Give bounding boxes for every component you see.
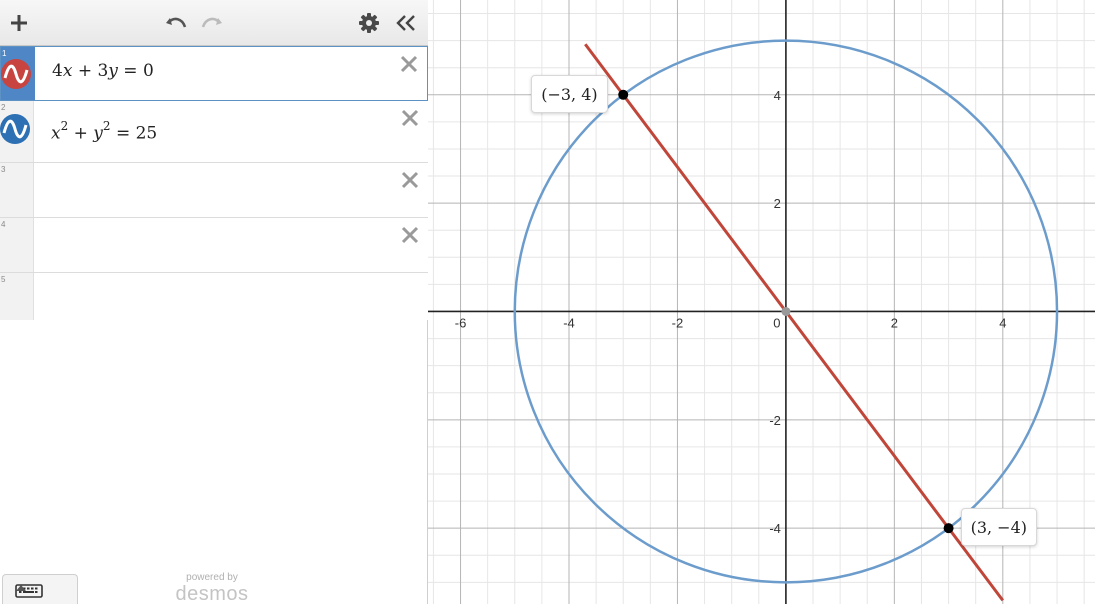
delete-expression-icon[interactable] bbox=[400, 170, 420, 190]
expression-index: 3 bbox=[1, 165, 6, 174]
point-label[interactable]: (−3, 4) bbox=[531, 74, 608, 113]
expression-row-1[interactable]: 1 4x + 3y = 0 bbox=[0, 46, 428, 101]
powered-by-label: powered by bbox=[186, 572, 238, 583]
y-tick-label: 2 bbox=[774, 196, 781, 211]
x-tick-label: -4 bbox=[563, 315, 575, 330]
caret-up-icon bbox=[16, 585, 26, 591]
expression-gutter: 4 bbox=[0, 218, 34, 272]
delete-expression-icon[interactable] bbox=[399, 54, 419, 74]
x-tick-label: 2 bbox=[891, 315, 898, 330]
point-label[interactable]: (3, −4) bbox=[960, 508, 1037, 547]
y-tick-label: -4 bbox=[769, 521, 781, 536]
graph-color-icon[interactable] bbox=[0, 114, 30, 144]
expression-toolbar bbox=[0, 0, 428, 46]
expr-token: y bbox=[108, 61, 118, 81]
expression-index: 2 bbox=[1, 103, 6, 112]
intersection-point[interactable] bbox=[943, 523, 954, 534]
redo-icon[interactable] bbox=[198, 9, 226, 37]
expression-index: 4 bbox=[1, 220, 6, 229]
delete-expression-icon[interactable] bbox=[400, 108, 420, 128]
expr-token: + bbox=[68, 123, 94, 144]
expression-index: 1 bbox=[2, 49, 7, 58]
intersection-point[interactable] bbox=[618, 89, 629, 100]
x-tick-label: 0 bbox=[773, 315, 780, 330]
graph-canvas[interactable]: -6 -4 -2 0 2 4 4 2 -2 -4 (−3, 4) (3, −4) bbox=[428, 0, 1095, 604]
expression-row-4[interactable]: 4 bbox=[0, 218, 428, 273]
expr-token: y bbox=[93, 123, 103, 144]
desmos-brand: desmos bbox=[175, 583, 249, 605]
x-tick-label: 4 bbox=[999, 315, 1006, 330]
expression-math[interactable]: x2 + y2 = 25 bbox=[51, 119, 158, 144]
y-tick-label: -2 bbox=[769, 413, 781, 428]
undo-icon[interactable] bbox=[162, 9, 190, 37]
expression-math[interactable]: 4x + 3y = 0 bbox=[52, 61, 154, 81]
expr-token: + 3 bbox=[72, 61, 109, 81]
expr-token: 2 bbox=[60, 119, 69, 133]
expression-gutter: 3 bbox=[0, 163, 34, 217]
expr-token: 2 bbox=[102, 119, 111, 133]
x-tick-label: -6 bbox=[455, 315, 467, 330]
expression-panel: 1 4x + 3y = 0 2 x2 + y2 = 25 3 4 5 power… bbox=[0, 0, 428, 605]
origin-point bbox=[781, 306, 791, 316]
keyboard-toggle-button[interactable] bbox=[2, 574, 78, 604]
y-tick-label: 4 bbox=[774, 88, 781, 103]
line-curve bbox=[584, 43, 1005, 602]
expr-token: = 25 bbox=[110, 123, 158, 144]
expression-row-3[interactable]: 3 bbox=[0, 163, 428, 218]
x-tick-label: -2 bbox=[672, 315, 684, 330]
plus-icon[interactable] bbox=[4, 9, 34, 37]
expression-gutter: 1 bbox=[1, 47, 35, 100]
expression-row-2[interactable]: 2 x2 + y2 = 25 bbox=[0, 101, 428, 163]
expr-token: x bbox=[51, 123, 61, 144]
delete-expression-icon[interactable] bbox=[400, 225, 420, 245]
graph-color-icon[interactable] bbox=[1, 59, 31, 89]
expression-gutter: 5 bbox=[0, 273, 34, 320]
expression-index: 5 bbox=[1, 275, 6, 284]
expr-token: 4 bbox=[52, 61, 63, 81]
double-chevron-left-icon[interactable] bbox=[392, 9, 420, 37]
expr-token: = 0 bbox=[117, 61, 154, 81]
gear-icon[interactable] bbox=[355, 9, 383, 37]
powered-by-logo[interactable]: powered by desmos bbox=[172, 573, 252, 605]
expression-list: 1 4x + 3y = 0 2 x2 + y2 = 25 3 4 5 bbox=[0, 46, 428, 320]
expression-row-5[interactable]: 5 bbox=[0, 273, 428, 320]
expression-gutter: 2 bbox=[0, 101, 34, 162]
expr-token: x bbox=[62, 61, 73, 81]
